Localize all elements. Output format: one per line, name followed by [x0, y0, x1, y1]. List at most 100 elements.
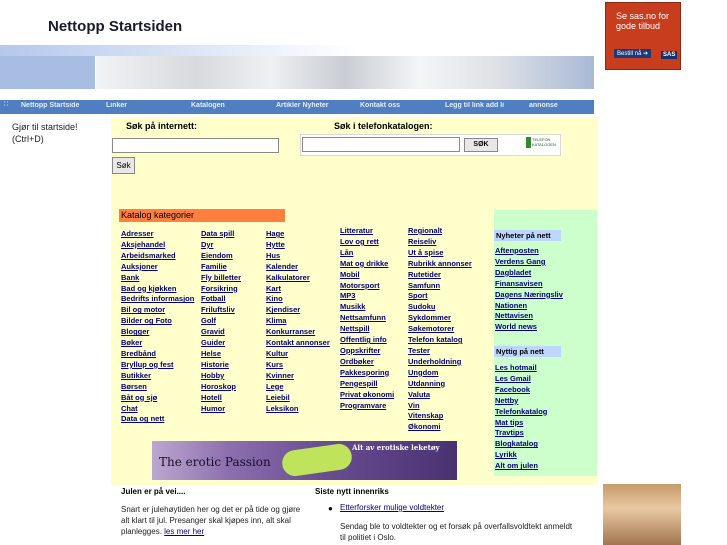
catalog-link[interactable]: Aksjehandel	[121, 240, 194, 251]
catalog-link[interactable]: Data og nett	[121, 414, 194, 425]
catalog-link[interactable]: Ordbøker	[340, 357, 394, 368]
catalog-link[interactable]: Rutetider	[408, 270, 472, 281]
catalog-link[interactable]: Dyr	[201, 240, 241, 251]
catalog-link[interactable]: Børsen	[121, 382, 194, 393]
catalog-link[interactable]: Tester	[408, 346, 472, 357]
catalog-link[interactable]: Litteratur	[340, 226, 394, 237]
news-link[interactable]: Nettavisen	[495, 311, 563, 322]
catalog-link[interactable]: Kontakt annonser	[266, 338, 330, 349]
catalog-link[interactable]: Bøker	[121, 338, 194, 349]
catalog-link[interactable]: Eiendom	[201, 251, 241, 262]
catalog-link[interactable]: Fly billetter	[201, 273, 241, 284]
nav-item-startside[interactable]: Nettopp Startside	[21, 102, 85, 109]
catalog-link[interactable]: Kalender	[266, 262, 330, 273]
useful-link[interactable]: Telefonkatalog	[495, 407, 547, 418]
catalog-link[interactable]: Lov og rett	[340, 237, 394, 248]
catalog-link[interactable]: Lege	[266, 382, 330, 393]
catalog-link[interactable]: Nettspill	[340, 324, 394, 335]
catalog-link[interactable]: Mobil	[340, 270, 394, 281]
nav-item-katalogen[interactable]: Katalogen	[191, 102, 251, 109]
catalog-link[interactable]: Sudoku	[408, 302, 472, 313]
catalog-link[interactable]: MP3	[340, 291, 394, 302]
catalog-link[interactable]: Musikk	[340, 302, 394, 313]
sas-ad-button[interactable]: Bestill nå ➔	[614, 49, 652, 58]
catalog-link[interactable]: Reiseliv	[408, 237, 472, 248]
catalog-link[interactable]: Samfunn	[408, 281, 472, 292]
nav-item-annonse[interactable]: annonse	[529, 102, 579, 109]
julen-read-more-link[interactable]: les mer her	[164, 527, 204, 536]
catalog-link[interactable]: Guider	[201, 338, 241, 349]
catalog-link[interactable]: Programvare	[340, 401, 394, 412]
catalog-link[interactable]: Utdanning	[408, 379, 472, 390]
useful-link[interactable]: Les Gmail	[495, 374, 547, 385]
catalog-link[interactable]: Adresser	[121, 229, 194, 240]
news-link[interactable]: World news	[495, 322, 563, 333]
catalog-link[interactable]: Forsikring	[201, 284, 241, 295]
catalog-link[interactable]: Bil og motor	[121, 305, 194, 316]
catalog-link[interactable]: Klima	[266, 316, 330, 327]
catalog-link[interactable]: Hytte	[266, 240, 330, 251]
catalog-link[interactable]: Horoskop	[201, 382, 241, 393]
catalog-link[interactable]: Økonomi	[408, 422, 472, 433]
catalog-link[interactable]: Søkemotorer	[408, 324, 472, 335]
catalog-link[interactable]: Kalkulatorer	[266, 273, 330, 284]
catalog-link[interactable]: Hus	[266, 251, 330, 262]
catalog-link[interactable]: Hobby	[201, 371, 241, 382]
catalog-link[interactable]: Bryllup og fest	[121, 360, 194, 371]
innenriks-article-link[interactable]: Etterforsker mulige voldtekter	[340, 503, 444, 512]
catalog-link[interactable]: Gravid	[201, 327, 241, 338]
set-homepage-link[interactable]: Gjør til startside! (Ctrl+D)	[12, 121, 102, 145]
catalog-link[interactable]: Auksjoner	[121, 262, 194, 273]
useful-link[interactable]: Mat tips	[495, 418, 547, 429]
catalog-link[interactable]: Pakkesporing	[340, 368, 394, 379]
catalog-link[interactable]: Konkurranser	[266, 327, 330, 338]
useful-link[interactable]: Lyrikk	[495, 450, 547, 461]
sas-ad[interactable]: Se sas.no for gode tilbud Bestill nå ➔ S…	[605, 2, 681, 70]
catalog-link[interactable]: Golf	[201, 316, 241, 327]
catalog-link[interactable]: Valuta	[408, 390, 472, 401]
catalog-link[interactable]: Motorsport	[340, 281, 394, 292]
catalog-link[interactable]: Nettsamfunn	[340, 313, 394, 324]
catalog-link[interactable]: Lån	[340, 248, 394, 259]
catalog-link[interactable]: Sport	[408, 291, 472, 302]
catalog-link[interactable]: Hage	[266, 229, 330, 240]
catalog-link[interactable]: Kurs	[266, 360, 330, 371]
erotic-ad-banner[interactable]: The erotic Passion Alt av erotiske leket…	[152, 441, 457, 480]
useful-link[interactable]: Les hotmail	[495, 363, 547, 374]
catalog-link[interactable]: Privat økonomi	[340, 390, 394, 401]
catalog-link[interactable]: Data spill	[201, 229, 241, 240]
news-link[interactable]: Aftenposten	[495, 246, 563, 257]
search-internet-button[interactable]: Søk	[112, 157, 135, 174]
catalog-link[interactable]: Sykdommer	[408, 313, 472, 324]
catalog-link[interactable]: Historie	[201, 360, 241, 371]
catalog-link[interactable]: Ut å spise	[408, 248, 472, 259]
catalog-link[interactable]: Mat og drikke	[340, 259, 394, 270]
catalog-link[interactable]: Båt og sjø	[121, 393, 194, 404]
catalog-link[interactable]: Bilder og Foto	[121, 316, 194, 327]
nav-item-linker[interactable]: Linker	[106, 102, 166, 109]
search-phone-input[interactable]	[302, 137, 460, 152]
catalog-link[interactable]: Kvinner	[266, 371, 330, 382]
catalog-link[interactable]: Regionalt	[408, 226, 472, 237]
catalog-link[interactable]: Vin	[408, 401, 472, 412]
catalog-link[interactable]: Bank	[121, 273, 194, 284]
catalog-link[interactable]: Chat	[121, 404, 194, 415]
catalog-link[interactable]: Kart	[266, 284, 330, 295]
catalog-link[interactable]: Kultur	[266, 349, 330, 360]
catalog-link[interactable]: Fotball	[201, 294, 241, 305]
catalog-link[interactable]: Helse	[201, 349, 241, 360]
catalog-link[interactable]: Pengespill	[340, 379, 394, 390]
bottom-right-ad-image[interactable]	[603, 484, 681, 545]
search-phone-button[interactable]: SØK	[464, 138, 498, 152]
useful-link[interactable]: Facebook	[495, 385, 547, 396]
news-link[interactable]: Dagens Næringsliv	[495, 290, 563, 301]
catalog-link[interactable]: Humor	[201, 404, 241, 415]
catalog-link[interactable]: Bedrifts informasjon	[121, 294, 194, 305]
catalog-link[interactable]: Kjendiser	[266, 305, 330, 316]
catalog-link[interactable]: Ungdom	[408, 368, 472, 379]
catalog-link[interactable]: Leiebil	[266, 393, 330, 404]
catalog-link[interactable]: Rubrikk annonser	[408, 259, 472, 270]
catalog-link[interactable]: Blogger	[121, 327, 194, 338]
catalog-link[interactable]: Hotell	[201, 393, 241, 404]
useful-link[interactable]: Travtips	[495, 428, 547, 439]
